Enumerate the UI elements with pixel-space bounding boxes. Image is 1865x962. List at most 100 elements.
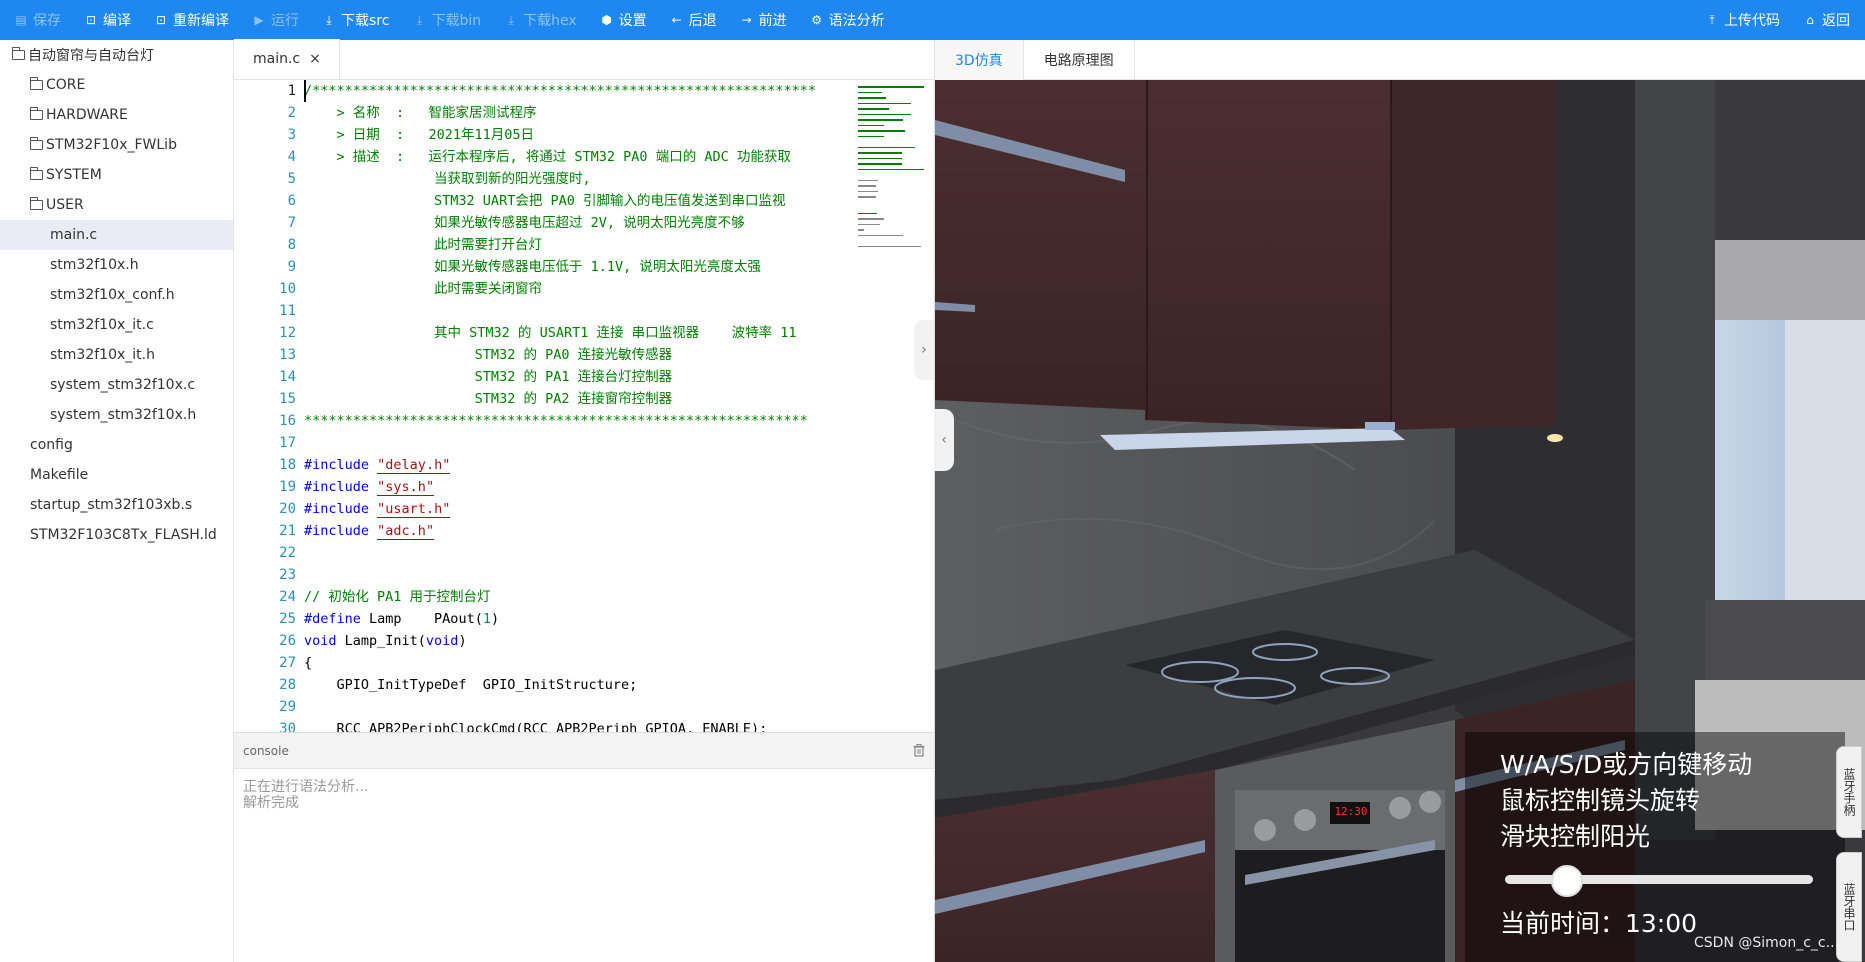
file-tree-label: STM32F10x_FWLib — [46, 137, 177, 153]
toolbar-button[interactable]: ⚙ 语法分析 — [796, 0, 894, 40]
editor-tabbar: main.c × — [234, 39, 934, 80]
file-tree-root[interactable]: 自动窗帘与自动台灯 — [0, 40, 233, 70]
toolbar-button[interactable]: ⤓ 下载bin — [398, 0, 490, 40]
file-tree-label: main.c — [50, 227, 98, 243]
sunlight-slider-thumb[interactable] — [1551, 865, 1583, 897]
toolbar-button[interactable]: ⬢ 设置 — [586, 0, 656, 40]
toolbar-button[interactable]: ⊡ 重新编译 — [140, 0, 238, 40]
file-item[interactable]: startup_stm32f103xb.s — [0, 490, 233, 520]
download-icon: ⤓ — [508, 13, 514, 27]
code-line: > 名称 : 智能家居测试程序 — [304, 105, 537, 121]
line-number: 23 — [279, 567, 296, 583]
oven-clock: 12:30 — [1334, 805, 1368, 818]
minimap-line — [858, 245, 921, 247]
folder-item[interactable]: SYSTEM — [0, 160, 233, 190]
line-number: 12 — [279, 325, 296, 341]
toolbar-button[interactable]: ← 后退 — [656, 0, 726, 40]
line-number: 5 — [287, 171, 296, 187]
toolbar-button[interactable]: → 前进 — [726, 0, 796, 40]
home-icon: ⌂ — [1806, 13, 1814, 27]
file-item[interactable]: stm32f10x_it.c — [0, 310, 233, 340]
simulation-tabs: 3D仿真 电路原理图 — [935, 40, 1865, 80]
toolbar-button-label: 下载hex — [523, 13, 577, 29]
code-line: /***************************************… — [304, 83, 817, 99]
minimap[interactable] — [850, 80, 934, 280]
line-number: 28 — [279, 677, 296, 693]
line-number: 6 — [287, 193, 296, 209]
file-tree-label: USER — [46, 197, 84, 213]
line-number: 25 — [279, 611, 296, 627]
tab-circuit-diagram[interactable]: 电路原理图 — [1024, 40, 1135, 80]
collapse-editor-button[interactable]: › — [914, 320, 934, 380]
toolbar-button-label: 下载bin — [431, 13, 482, 29]
close-icon[interactable]: × — [309, 51, 321, 67]
line-number-gutter: 1 2 3 4 5 6 7 8 9 10 11 12 13 14 15 16 17 18 19 20 21 22 23 24 2… — [234, 80, 302, 732]
minimap-line — [858, 108, 889, 110]
folder-icon — [30, 167, 43, 180]
tab-main-c[interactable]: main.c × — [234, 39, 340, 79]
code-line: #include "sys.h" — [304, 479, 435, 496]
file-item[interactable]: system_stm32f10x.c — [0, 370, 233, 400]
toolbar-button[interactable]: ▶ 运行 — [238, 0, 308, 40]
save-icon: ▤ — [15, 13, 27, 27]
code-lines[interactable]: /***************************************… — [304, 80, 920, 732]
file-tree-label: stm32f10x_it.c — [50, 317, 154, 333]
tab-3d-simulation[interactable]: 3D仿真 — [935, 40, 1024, 80]
folder-icon — [30, 77, 43, 90]
watermark: CSDN @Simon_c_c... — [1694, 935, 1839, 951]
code-line: > 描述 : 运行本程序后, 将通过 STM32 PA0 端口的 ADC 功能获… — [304, 149, 791, 165]
code-line: GPIO_InitTypeDef GPIO_InitStructure; — [304, 677, 638, 693]
code-area[interactable]: 1 2 3 4 5 6 7 8 9 10 11 12 13 14 15 16 17 18 19 20 21 22 23 24 2… — [234, 80, 934, 732]
toolbar-button[interactable]: ⊡ 编译 — [70, 0, 140, 40]
minimap-line — [858, 97, 886, 99]
bluetooth-serial-button[interactable]: 蓝牙串口 — [1836, 852, 1862, 962]
console-panel: console 正在进行语法分析... 解析完成 — [234, 732, 934, 962]
toolbar-button[interactable]: ⌂ 返回 — [1789, 0, 1859, 40]
recompile-icon: ⊡ — [155, 13, 167, 27]
file-item[interactable]: stm32f10x.h — [0, 250, 233, 280]
minimap-line — [858, 218, 885, 220]
bluetooth-gamepad-button[interactable]: 蓝牙手柄 — [1836, 746, 1862, 838]
code-line: // 初始化 PA1 用于控制台灯 — [304, 589, 491, 605]
code-line: STM32 的 PA2 连接窗帘控制器 — [304, 391, 673, 407]
minimap-line — [858, 146, 916, 148]
file-tree-label: startup_stm32f103xb.s — [30, 497, 193, 513]
toolbar-button[interactable]: ⤓ 下载hex — [490, 0, 586, 40]
side-button-label: 蓝牙串口 — [1842, 883, 1856, 931]
minimap-line — [858, 179, 878, 181]
file-item[interactable]: main.c — [0, 220, 233, 250]
trash-icon[interactable] — [913, 744, 925, 757]
toolbar-button-label: 返回 — [1822, 13, 1850, 29]
toolbar-button[interactable]: ⤒ 上传代码 — [1691, 0, 1789, 40]
minimap-line — [858, 212, 877, 214]
folder-item[interactable]: USER — [0, 190, 233, 220]
file-item[interactable]: STM32F103C8Tx_FLASH.ld — [0, 520, 233, 550]
console-output: 正在进行语法分析... 解析完成 — [234, 769, 934, 821]
file-item[interactable]: stm32f10x_conf.h — [0, 280, 233, 310]
folder-item[interactable]: HARDWARE — [0, 100, 233, 130]
file-item[interactable]: config — [0, 430, 233, 460]
folder-item[interactable]: CORE — [0, 70, 233, 100]
code-line: 其中 STM32 的 USART1 连接 串口监视器 波特率 11 — [304, 325, 797, 341]
toolbar-button[interactable]: ⤓ 下载src — [308, 0, 398, 40]
collapse-simulation-button[interactable]: ‹ — [934, 409, 954, 471]
file-tree-label: stm32f10x_conf.h — [50, 287, 175, 303]
code-line: 如果光敏传感器电压超过 2V, 说明太阳光亮度不够 — [304, 215, 745, 231]
folder-icon — [30, 137, 43, 150]
download-icon: ⤓ — [416, 13, 423, 27]
file-tree-label: CORE — [46, 77, 86, 93]
file-item[interactable]: stm32f10x_it.h — [0, 340, 233, 370]
minimap-line — [858, 130, 906, 132]
file-item[interactable]: system_stm32f10x.h — [0, 400, 233, 430]
arrow-right-icon: → — [741, 13, 752, 27]
line-number: 13 — [279, 347, 296, 363]
line-number: 17 — [279, 435, 296, 451]
folder-item[interactable]: STM32F10x_FWLib — [0, 130, 233, 160]
folder-open-icon — [12, 47, 25, 60]
toolbar-button[interactable]: ▤ 保存 — [0, 0, 70, 40]
file-item[interactable]: Makefile — [0, 460, 233, 490]
code-line: void Lamp_Init(void) — [304, 633, 467, 649]
toolbar: ▤ 保存 ⊡ 编译 ⊡ 重新编译 ▶ 运行 ⤓ 下载src ⤓ 下载bin ⤓ 下载hex ⬢ 设置 ← 后退 → 前… — [0, 0, 1865, 40]
minimap-line — [858, 152, 902, 154]
